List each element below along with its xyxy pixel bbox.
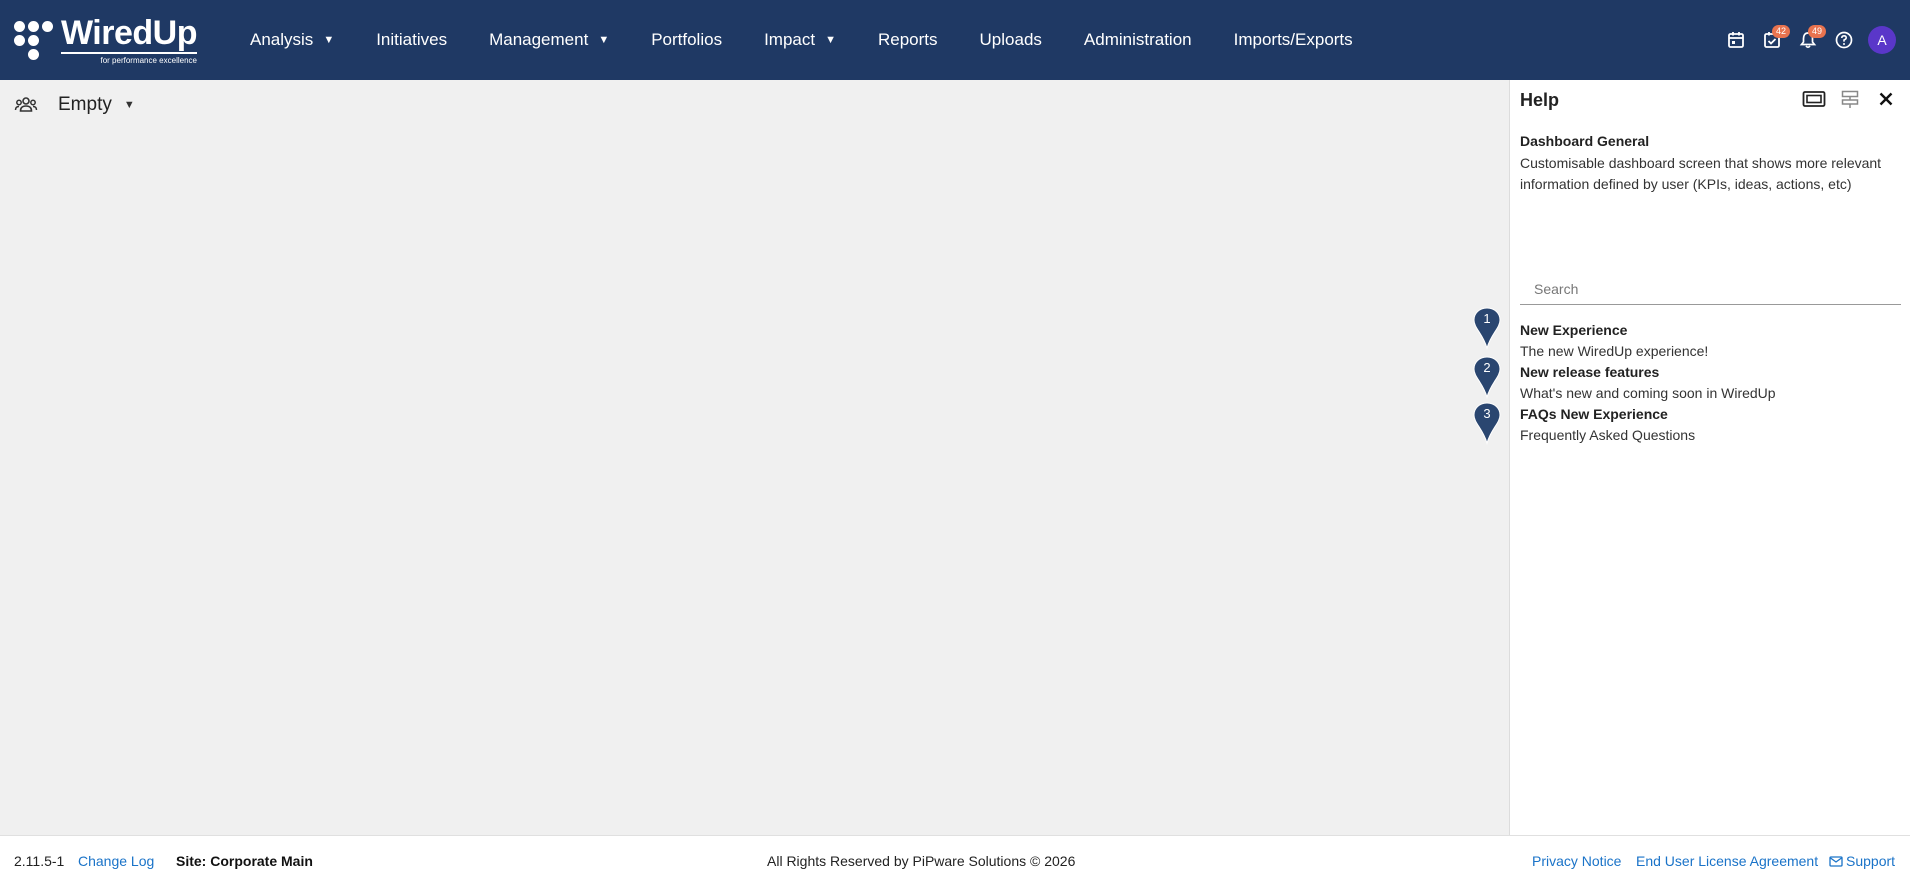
logo-name: WiredUp — [61, 13, 197, 54]
change-log-link[interactable]: Change Log — [78, 853, 154, 869]
help-topic-description: What's new and coming soon in WiredUp — [1520, 385, 1776, 401]
help-topic-title: New Experience — [1520, 322, 1628, 338]
help-topics-list: New Experience The new WiredUp experienc… — [1520, 320, 1901, 446]
nav-initiatives[interactable]: Initiatives — [376, 30, 447, 50]
nav-label: Impact — [764, 30, 816, 49]
top-icons: 42 49 A — [1718, 0, 1896, 80]
top-navigation-bar: WiredUp for performance excellence Analy… — [0, 0, 1910, 80]
user-avatar[interactable]: A — [1868, 26, 1896, 54]
nav-label: Analysis — [250, 30, 314, 49]
wiredup-logo[interactable]: WiredUp for performance excellence — [14, 10, 224, 70]
help-topic-new-experience[interactable]: New Experience The new WiredUp experienc… — [1520, 320, 1901, 362]
dock-panel-icon[interactable] — [1796, 88, 1832, 110]
help-search-input[interactable] — [1520, 273, 1901, 305]
app-version: 2.11.5-1 — [14, 853, 65, 869]
privacy-notice-link[interactable]: Privacy Notice — [1532, 853, 1621, 869]
caret-down-icon: ▼ — [825, 34, 836, 46]
nav-label: Portfolios — [651, 30, 723, 49]
nav-portfolios[interactable]: Portfolios — [651, 30, 722, 50]
nav-label: Uploads — [979, 30, 1042, 49]
help-panel-title: Help — [1520, 90, 1560, 110]
pin-number: 3 — [1483, 406, 1491, 421]
help-topic-title: FAQs New Experience — [1520, 406, 1668, 422]
support-label: Support — [1846, 853, 1896, 869]
help-panel: Help Dashboard General Customisable dash… — [1509, 80, 1910, 835]
caret-down-icon: ▼ — [598, 34, 610, 46]
split-layout-icon[interactable] — [1832, 88, 1868, 110]
pin-number: 1 — [1483, 311, 1491, 326]
help-section-title: Dashboard General — [1520, 133, 1650, 149]
help-pin-marker-3[interactable]: 3 — [1472, 401, 1502, 445]
nav-label: Administration — [1083, 30, 1192, 49]
main-nav: Analysis ▼ Initiatives Management ▼ Portfo… — [250, 0, 1395, 80]
support-link[interactable]: Support — [1829, 853, 1895, 869]
task-check-icon[interactable]: 42 — [1754, 22, 1791, 58]
site-label: Site: Corporate Main — [176, 853, 313, 869]
eula-link[interactable]: End User License Agreement — [1636, 853, 1818, 869]
group-filter[interactable]: Empty ▼ — [14, 93, 135, 117]
copyright-text: All Rights Reserved by PiPware Solutions… — [767, 853, 1076, 869]
logo-tagline: for performance excellence — [100, 55, 197, 65]
help-panel-actions — [1796, 88, 1904, 110]
help-topic-description: Frequently Asked Questions — [1520, 427, 1696, 443]
help-topic-new-release-features[interactable]: New release features What's new and comi… — [1520, 362, 1901, 404]
pin-number: 2 — [1483, 360, 1491, 375]
help-section-description: Customisable dashboard screen that shows… — [1520, 155, 1882, 192]
footer: 2.11.5-1 Change Log Site: Corporate Main… — [0, 835, 1910, 885]
notifications-badge: 49 — [1808, 25, 1827, 38]
help-topic-title: New release features — [1520, 364, 1660, 380]
bell-icon[interactable]: 49 — [1790, 22, 1827, 58]
nav-uploads[interactable]: Uploads — [980, 30, 1042, 50]
nav-imports-exports[interactable]: Imports/Exports — [1234, 30, 1353, 50]
help-pin-marker-2[interactable]: 2 — [1472, 355, 1502, 399]
help-topic-description: The new WiredUp experience! — [1520, 343, 1709, 359]
help-topic-faqs[interactable]: FAQs New Experience Frequently Asked Que… — [1520, 404, 1901, 446]
nav-impact[interactable]: Impact ▼ — [764, 30, 836, 50]
nav-label: Initiatives — [376, 30, 448, 49]
people-icon — [14, 93, 38, 117]
filter-selected-value: Empty — [58, 94, 112, 115]
close-icon[interactable] — [1868, 88, 1904, 110]
logo-dots-icon — [14, 20, 53, 60]
caret-down-icon: ▼ — [123, 99, 135, 111]
nav-administration[interactable]: Administration — [1084, 30, 1192, 50]
support-mail-icon — [1829, 856, 1843, 867]
calendar-icon[interactable] — [1718, 22, 1754, 58]
caret-down-icon: ▼ — [323, 34, 335, 46]
help-icon[interactable] — [1826, 22, 1862, 58]
nav-label: Reports — [878, 30, 938, 49]
tasks-badge: 42 — [1772, 25, 1791, 38]
nav-reports[interactable]: Reports — [878, 30, 938, 50]
nav-management[interactable]: Management ▼ — [489, 30, 609, 50]
help-pin-marker-1[interactable]: 1 — [1472, 306, 1502, 350]
nav-label: Management — [489, 30, 589, 49]
nav-label: Imports/Exports — [1233, 30, 1353, 49]
nav-analysis[interactable]: Analysis ▼ — [250, 30, 334, 50]
